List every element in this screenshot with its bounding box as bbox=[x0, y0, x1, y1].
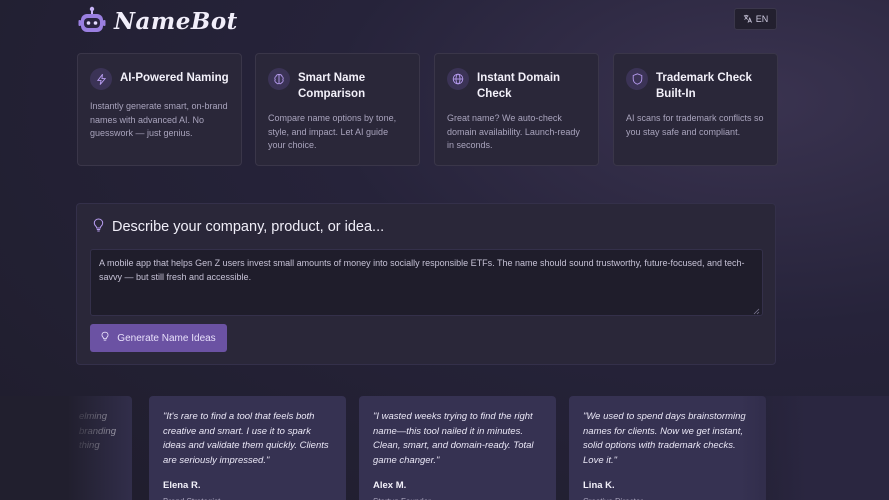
testimonials-carousel: elming branding thing "It's rare to find… bbox=[0, 396, 889, 500]
carousel-fade-left bbox=[0, 396, 150, 500]
robot-icon bbox=[78, 6, 106, 36]
testimonial-name: Lina K. bbox=[583, 480, 615, 491]
generate-name-ideas-button[interactable]: Generate Name Ideas bbox=[90, 324, 227, 352]
generate-label: Generate Name Ideas bbox=[117, 332, 216, 344]
feature-card-domain-check: Instant Domain Check Great name? We auto… bbox=[434, 53, 599, 166]
feature-title: AI-Powered Naming bbox=[120, 72, 229, 84]
resize-handle[interactable] bbox=[753, 306, 760, 315]
language-button[interactable]: EN bbox=[734, 8, 777, 30]
describe-panel: Describe your company, product, or idea.… bbox=[76, 203, 776, 365]
testimonial-quote: "I wasted weeks trying to find the right… bbox=[373, 411, 534, 466]
brand-logo[interactable]: NameBot bbox=[78, 6, 238, 36]
shield-icon bbox=[626, 68, 648, 90]
lightbulb-icon bbox=[101, 331, 109, 345]
idea-textarea[interactable]: A mobile app that helps Gen Z users inve… bbox=[90, 249, 763, 316]
testimonial-name: Elena R. bbox=[163, 480, 201, 491]
translate-icon bbox=[743, 14, 752, 25]
header: NameBot EN bbox=[0, 0, 889, 44]
describe-title: Describe your company, product, or idea.… bbox=[112, 219, 385, 235]
feature-description: Instantly generate smart, on-brand names… bbox=[90, 101, 228, 138]
testimonial-card: "I wasted weeks trying to find the right… bbox=[359, 396, 556, 500]
testimonial-card: "We used to spend days brainstorming nam… bbox=[569, 396, 766, 500]
testimonial-quote: "It's rare to find a tool that feels bot… bbox=[163, 411, 329, 466]
carousel-fade-right bbox=[740, 396, 889, 500]
testimonial-quote: "We used to spend days brainstorming nam… bbox=[583, 411, 746, 466]
lightbulb-icon bbox=[93, 218, 104, 236]
brand-name: NameBot bbox=[114, 7, 238, 35]
feature-card-name-comparison: Smart Name Comparison Compare name optio… bbox=[255, 53, 420, 166]
globe-icon bbox=[447, 68, 469, 90]
feature-card-ai-naming: AI-Powered Naming Instantly generate sma… bbox=[77, 53, 242, 166]
feature-card-trademark-check: Trademark Check Built-In AI scans for tr… bbox=[613, 53, 778, 166]
feature-description: Compare name options by tone, style, and… bbox=[268, 113, 397, 150]
feature-description: Great name? We auto-check domain availab… bbox=[447, 113, 580, 150]
idea-textarea-value: A mobile app that helps Gen Z users inve… bbox=[99, 258, 745, 282]
language-label: EN bbox=[755, 14, 769, 24]
describe-heading: Describe your company, product, or idea.… bbox=[93, 218, 384, 236]
testimonial-name: Alex M. bbox=[373, 480, 407, 491]
lightning-icon bbox=[90, 68, 112, 90]
feature-title: Instant Domain Check bbox=[477, 72, 561, 100]
brain-icon bbox=[268, 68, 290, 90]
feature-description: AI scans for trademark conflicts so you … bbox=[626, 113, 764, 137]
testimonial-card: "It's rare to find a tool that feels bot… bbox=[149, 396, 346, 500]
feature-title: Trademark Check Built-In bbox=[656, 72, 752, 100]
feature-title: Smart Name Comparison bbox=[298, 72, 366, 100]
